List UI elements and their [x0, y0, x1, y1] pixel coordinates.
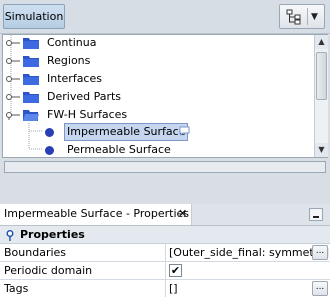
expanded-node-icon: [6, 112, 20, 120]
tree-item-continua[interactable]: Continua: [3, 34, 313, 52]
property-row-periodic-domain: Periodic domain ✔: [0, 262, 330, 280]
folder-icon: [23, 38, 39, 49]
comment-bubble-icon: [179, 126, 190, 136]
tree-item-label: Regions: [47, 54, 91, 67]
properties-sheet: Properties Boundaries [Outer_side_final:…: [0, 225, 330, 297]
simulation-tree: Continua Regions Interfaces Derived Part…: [2, 34, 328, 158]
tree-item-label: Continua: [47, 36, 97, 49]
column-divider: [165, 262, 166, 280]
tree-view-dropdown-button[interactable]: ▼: [279, 4, 325, 29]
properties-section-header[interactable]: Properties: [0, 226, 330, 244]
collapsed-node-icon: [6, 40, 20, 46]
ellipsis-button[interactable]: ...: [312, 245, 328, 260]
tree-vertical-scrollbar[interactable]: ▲ ▼: [314, 35, 328, 157]
tree-item-regions[interactable]: Regions: [3, 52, 313, 70]
property-row-tags: Tags [] ...: [0, 280, 330, 297]
property-name: Tags: [4, 282, 29, 295]
folder-icon: [23, 92, 39, 103]
column-divider: [165, 244, 166, 262]
tree-item-impermeable-surface[interactable]: Impermeable Surface: [3, 123, 313, 141]
property-name: Boundaries: [4, 246, 67, 259]
tree-item-derived-parts[interactable]: Derived Parts: [3, 88, 313, 106]
node-dot-icon: [45, 128, 54, 137]
close-icon[interactable]: ✕: [178, 204, 190, 225]
simulation-button[interactable]: Simulation: [3, 4, 65, 29]
tree-item-interfaces[interactable]: Interfaces: [3, 70, 313, 88]
collapsed-node-icon: [6, 76, 20, 82]
periodic-domain-checkbox[interactable]: ✔: [169, 264, 182, 277]
property-row-boundaries: Boundaries [Outer_side_final: symmetry] …: [0, 244, 330, 262]
tab-title: Impermeable Surface - Properties: [4, 207, 190, 220]
ellipsis-button[interactable]: ...: [312, 281, 328, 296]
tree-item-label: Interfaces: [47, 72, 102, 85]
tree-item-label-selected: Impermeable Surface: [64, 123, 189, 141]
collapsed-node-icon: [6, 94, 20, 100]
folder-icon: [23, 56, 39, 67]
folder-icon: [23, 74, 39, 85]
tree-horizontal-scrollbar[interactable]: [4, 161, 326, 173]
minimize-button[interactable]: [309, 208, 323, 221]
scroll-up-icon[interactable]: ▲: [315, 35, 328, 49]
pin-icon: [6, 230, 14, 241]
minimize-icon: [313, 216, 319, 218]
tab-properties[interactable]: Impermeable Surface - Properties: [0, 204, 192, 225]
tree-item-permeable-surface[interactable]: Permeable Surface: [3, 141, 313, 159]
scroll-down-icon[interactable]: ▼: [315, 143, 328, 157]
chevron-down-icon: ▼: [311, 12, 318, 22]
node-dot-icon: [45, 146, 54, 155]
tree-item-label: FW-H Surfaces: [47, 108, 128, 121]
tree-item-label: Derived Parts: [47, 90, 122, 103]
properties-tab-bar: Impermeable Surface - Properties ✕: [0, 204, 330, 225]
scrollbar-thumb[interactable]: [316, 52, 327, 100]
tree-item-fwh-surfaces[interactable]: FW-H Surfaces: [3, 106, 313, 124]
dropdown-separator: [307, 8, 308, 25]
tree-item-label: Permeable Surface: [67, 143, 171, 156]
property-value[interactable]: [Outer_side_final: symmetry]: [169, 246, 329, 259]
column-divider: [165, 280, 166, 297]
collapsed-node-icon: [6, 58, 20, 64]
property-name: Periodic domain: [4, 264, 93, 277]
section-label: Properties: [20, 228, 85, 241]
property-value[interactable]: []: [169, 282, 178, 295]
tree-hierarchy-icon: [286, 9, 301, 25]
folder-open-icon: [23, 110, 39, 121]
top-toolbar: Simulation ▼: [0, 0, 330, 34]
